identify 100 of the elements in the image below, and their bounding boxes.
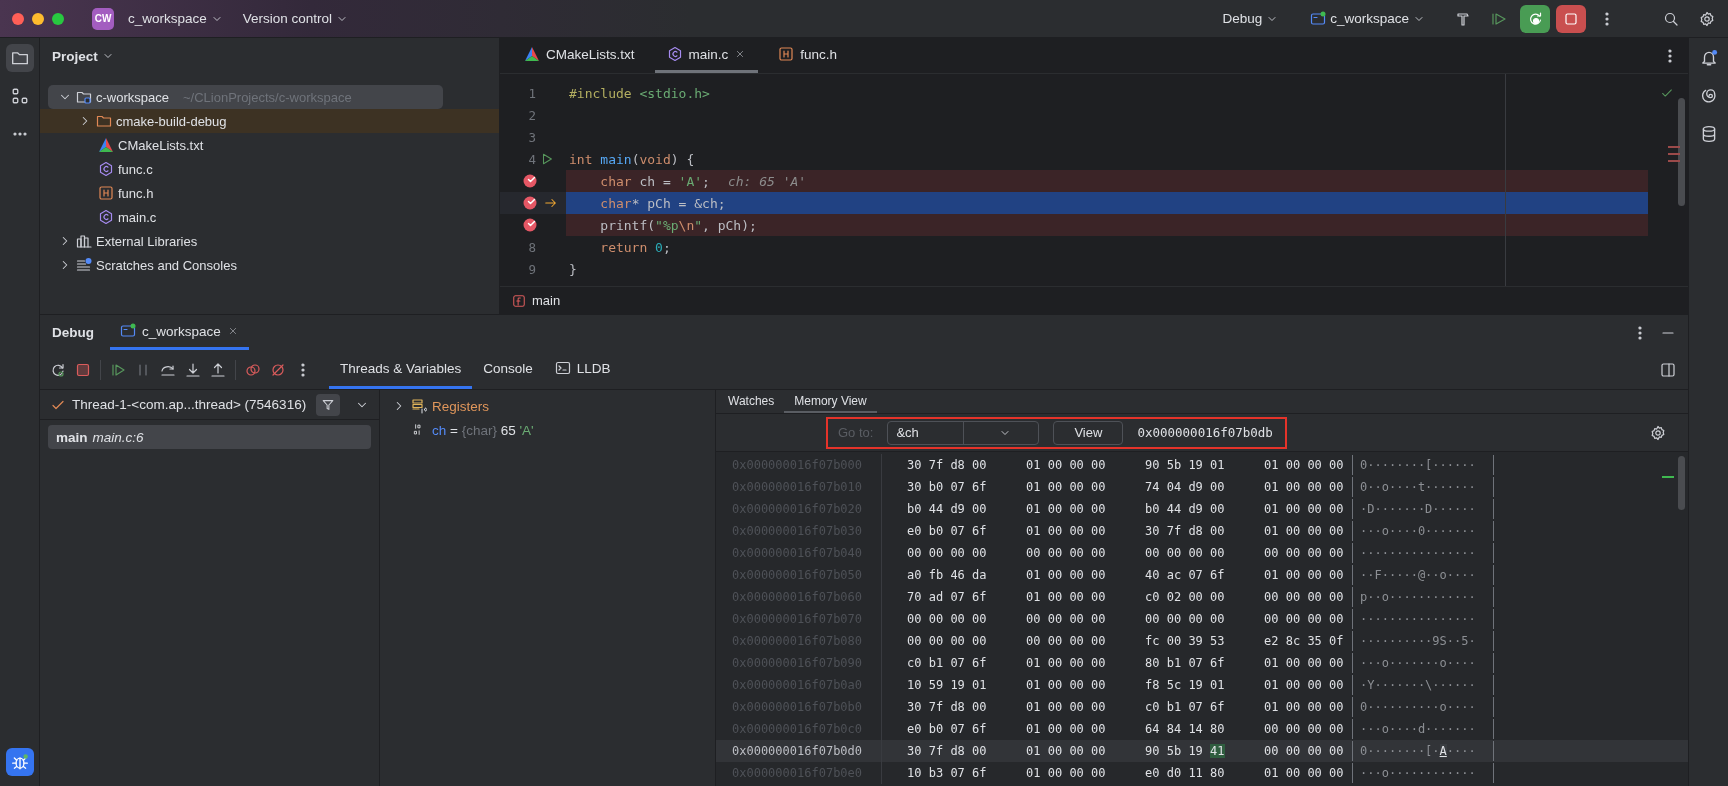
ascii-text: ···o····d·······	[1352, 719, 1494, 739]
ascii-text: ··F·····@··o····	[1352, 565, 1494, 585]
triangle-icon	[98, 137, 114, 153]
run-configuration-selector[interactable]: Debug	[1216, 7, 1285, 30]
byte-group: 01 00 00 00	[1264, 678, 1352, 692]
stop-icon[interactable]	[75, 361, 91, 378]
byte-group: 01 00 00 00	[1264, 656, 1352, 670]
stop-button[interactable]	[1556, 4, 1586, 33]
project-selector[interactable]: c_workspace	[122, 7, 229, 30]
editor-tab[interactable]: CMakeLists.txt	[512, 38, 647, 73]
run-icon[interactable]	[540, 152, 554, 166]
check-icon	[1660, 86, 1674, 100]
window-icon	[120, 323, 136, 339]
byte-group: 01 00 00 00	[1026, 700, 1145, 714]
breakpoint-icon[interactable]	[522, 173, 538, 189]
editor-tab[interactable]: main.c	[654, 38, 759, 73]
debug-button[interactable]	[1520, 4, 1550, 33]
tree-item[interactable]: func.h	[40, 181, 499, 205]
variable-value[interactable]: ch = {char} 65 'A'	[432, 422, 534, 438]
ascii-text: ·Y·······\······	[1352, 675, 1494, 695]
byte-group: 01 00 00 00	[1026, 590, 1145, 604]
close-button[interactable]	[12, 12, 24, 25]
target-selector[interactable]: c_workspace	[1304, 6, 1431, 31]
ascii-text: 0··o····t·······	[1352, 477, 1494, 497]
byte-group: 01 00 00 00	[1026, 656, 1145, 670]
tree-item[interactable]: cmake-build-debug	[40, 109, 499, 133]
byte-group: 00 00 00 00	[1264, 590, 1352, 604]
byte-group: 10 b3 07 6f	[907, 766, 1026, 780]
byte-group: 01 00 00 00	[1264, 568, 1352, 582]
tree-item[interactable]: External Libraries	[40, 229, 499, 253]
settings-icon[interactable]	[1650, 424, 1666, 441]
byte-group: 00 00 00 00	[1145, 612, 1264, 626]
breakpoint-icon[interactable]	[522, 195, 538, 211]
vcs-selector[interactable]: Version control	[236, 7, 355, 30]
spiral-icon	[1699, 87, 1718, 105]
step-out-icon[interactable]	[210, 361, 226, 378]
project-badge: CW	[92, 7, 114, 30]
address-field[interactable]: &ch	[887, 420, 1040, 445]
square-icon	[778, 46, 795, 62]
byte-group: e0 b0 07 6f	[907, 722, 1026, 736]
tree-item[interactable]: CMakeLists.txt	[40, 133, 499, 157]
code-line: int main(void) {	[568, 150, 696, 169]
debugger-tab[interactable]: Threads & Variables	[329, 350, 473, 389]
step-into-icon[interactable]	[185, 361, 201, 378]
rerun-icon[interactable]	[50, 361, 66, 378]
execution-arrow-icon	[544, 196, 558, 210]
byte-group: 01 00 00 00	[1264, 766, 1352, 780]
debugger-tab[interactable]: Console	[472, 350, 544, 389]
variable-group[interactable]: Registers	[432, 398, 490, 414]
line-number: 8	[527, 239, 536, 255]
byte-group: 01 00 00 00	[1026, 480, 1145, 494]
debug-tool-button[interactable]	[5, 748, 34, 776]
byte-group: 00 00 00 00	[1026, 546, 1145, 560]
hexagon-icon	[98, 209, 114, 225]
byte-group: 40 ac 07 6f	[1145, 568, 1264, 582]
zoom-button[interactable]	[52, 12, 64, 25]
bug-icon	[10, 753, 29, 771]
scrollbar[interactable]	[1678, 98, 1685, 206]
function-icon	[512, 293, 526, 308]
byte-group: 74 04 d9 00	[1145, 480, 1264, 494]
breadcrumb[interactable]: main	[500, 286, 1688, 314]
breakpoint-icon[interactable]	[522, 217, 538, 233]
session-tab[interactable]: c_workspace	[110, 315, 249, 350]
mute-breakpoints-icon[interactable]	[270, 361, 286, 378]
line-number: 4	[527, 151, 536, 167]
filter-icon	[321, 397, 336, 412]
memory-tab[interactable]: Watches	[718, 390, 785, 413]
registers-icon	[411, 398, 427, 414]
byte-group: e0 d0 11 80	[1145, 766, 1264, 780]
folder-icon	[96, 113, 112, 129]
debugger-tab[interactable]: LLDB	[543, 350, 622, 389]
ascii-text: 0········[······	[1352, 455, 1494, 475]
byte-group: 90 5b 19 01	[1145, 458, 1264, 472]
tree-item[interactable]: func.c	[40, 157, 499, 181]
stack-frame[interactable]: main main.c:6	[48, 425, 371, 449]
list-icon	[76, 257, 92, 273]
byte-group: 30 7f d8 00	[907, 458, 1026, 472]
scrollbar[interactable]	[1678, 456, 1685, 510]
ascii-text: ···o·······o····	[1352, 653, 1494, 673]
tree-item[interactable]: main.c	[40, 205, 499, 229]
byte-group: c0 b1 07 6f	[907, 656, 1026, 670]
breakpoints-icon[interactable]	[245, 361, 261, 378]
layout-icon[interactable]	[1660, 361, 1676, 378]
memory-tab[interactable]: Memory View	[784, 390, 877, 413]
settings-icon	[1699, 10, 1715, 27]
thread-selector[interactable]: Thread-1-<com.ap...thread> (7546316)	[72, 397, 307, 412]
filter-button[interactable]	[316, 393, 341, 416]
panel-title[interactable]: Project	[52, 48, 98, 64]
editor-tab[interactable]: func.h	[766, 38, 850, 73]
error-stripe-marks	[1668, 146, 1680, 162]
byte-group: 01 00 00 00	[1026, 568, 1145, 582]
address-text: 0x000000016f07b0db	[1137, 425, 1273, 440]
bell-icon	[1699, 49, 1718, 67]
tree-item[interactable]: Scratches and Consoles	[40, 253, 499, 277]
view-button[interactable]: View	[1053, 420, 1124, 445]
project-tool-button[interactable]	[5, 44, 34, 72]
byte-group: 00 00 00 00	[907, 612, 1026, 626]
code-line: #include <stdio.h>	[568, 84, 711, 103]
code-line: }	[568, 260, 578, 279]
minimize-button[interactable]	[32, 12, 44, 25]
